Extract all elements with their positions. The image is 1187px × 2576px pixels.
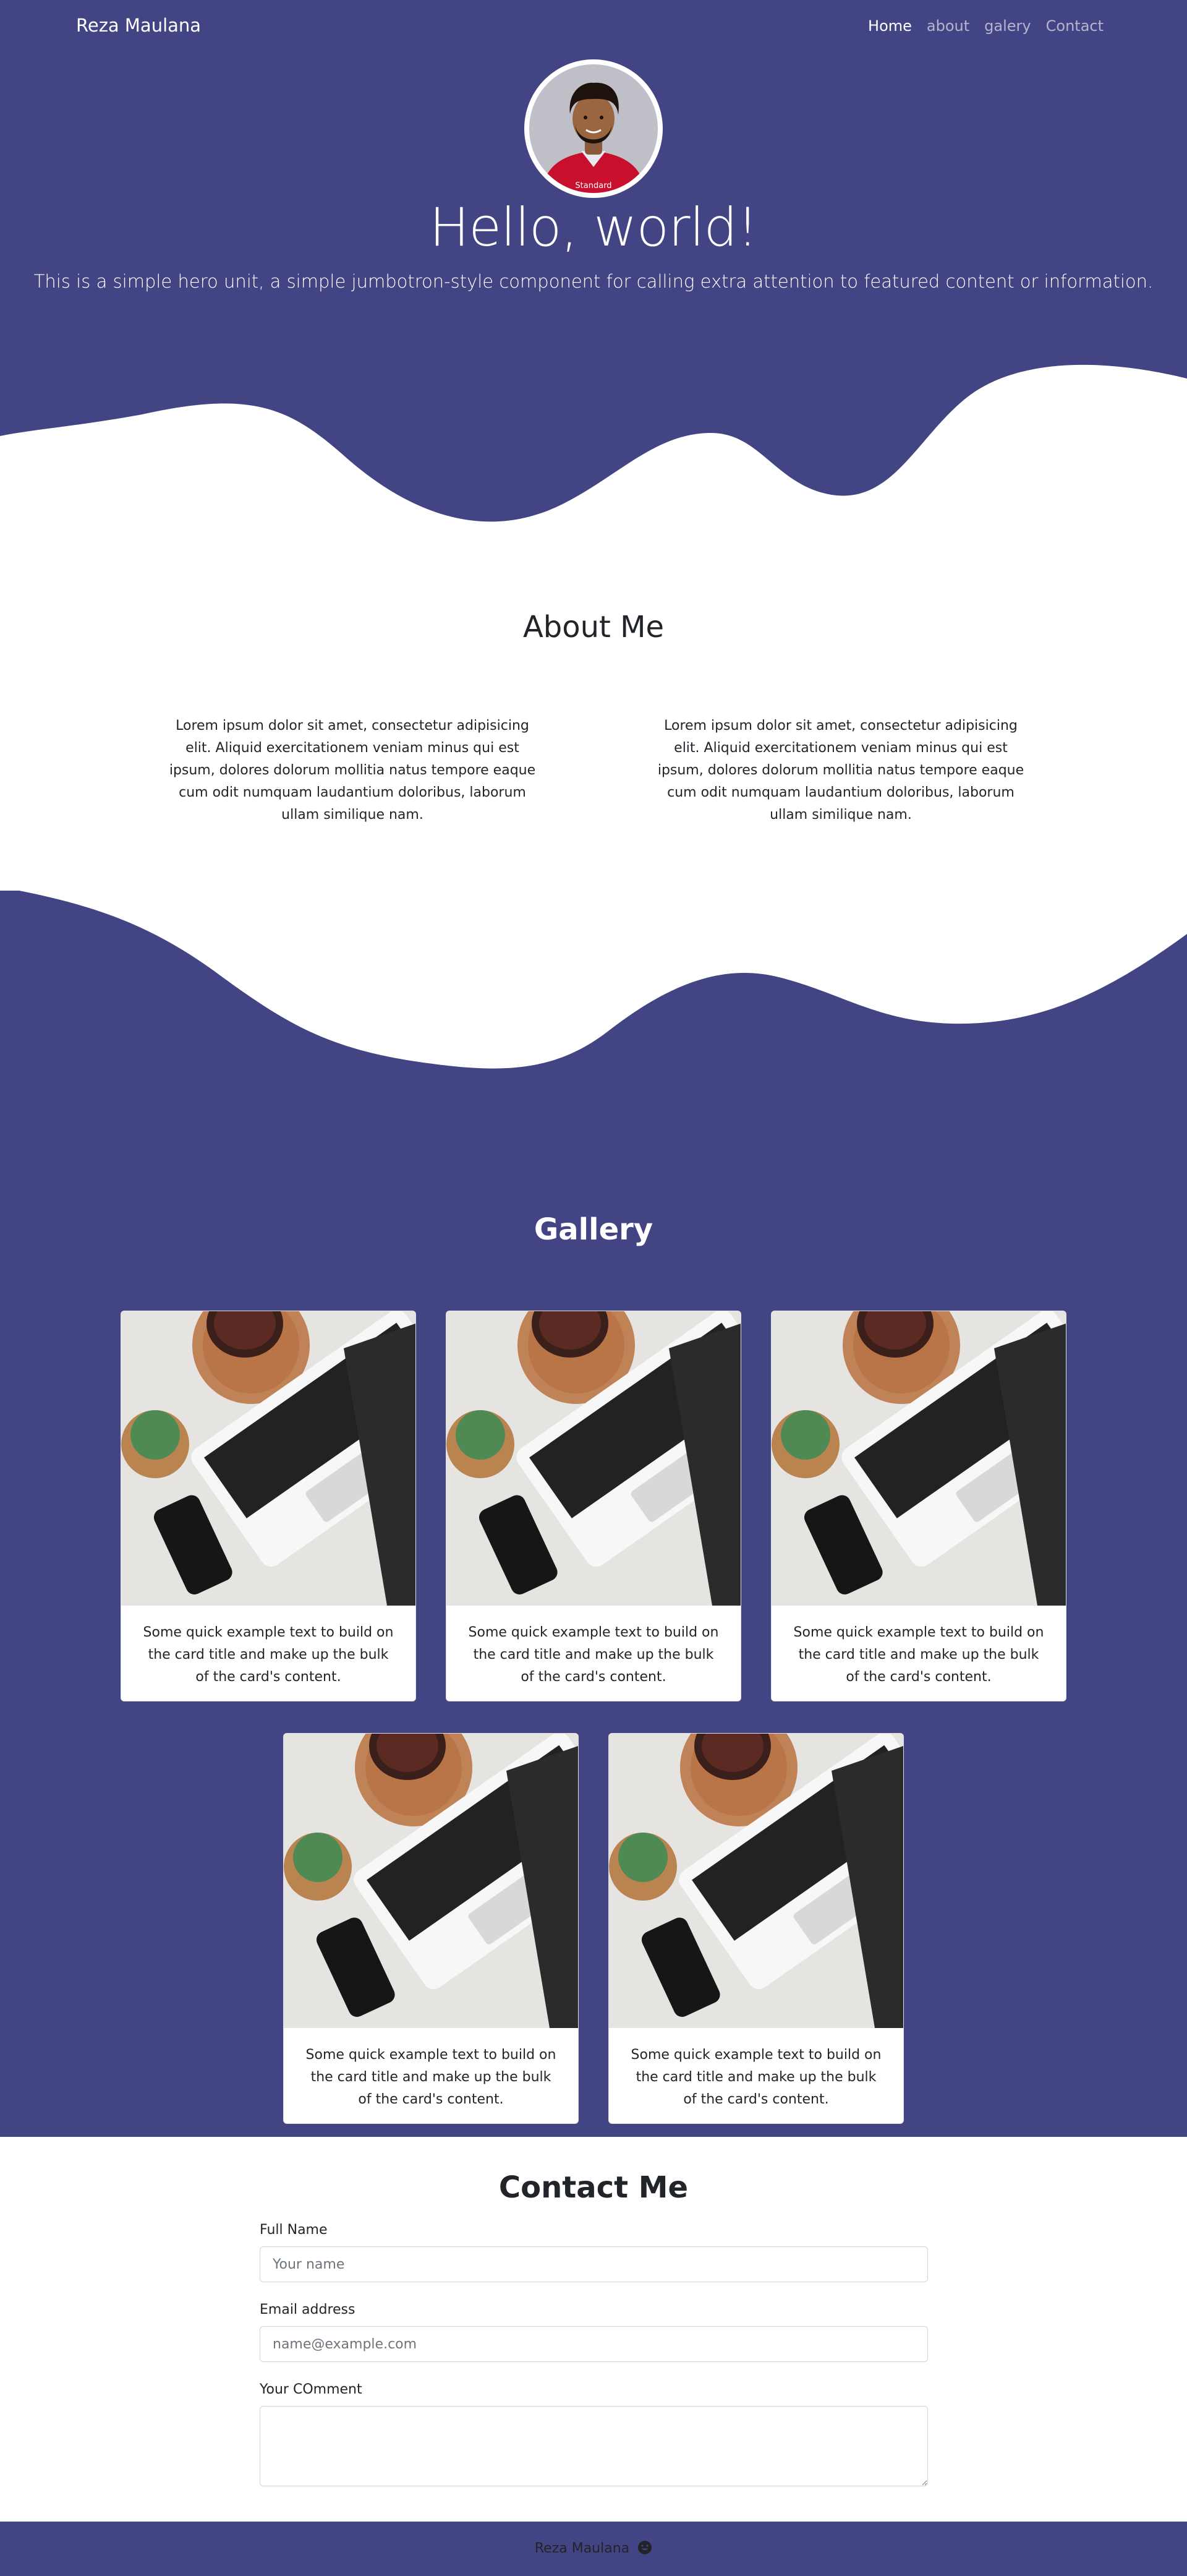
- hero-title: Hello, world!: [429, 197, 759, 259]
- card-image: [609, 1734, 903, 2028]
- card-text: Some quick example text to build on the …: [631, 2047, 882, 2107]
- card-image: [772, 1311, 1066, 1606]
- gallery-card[interactable]: Some quick example text to build on the …: [283, 1733, 579, 2124]
- email-input[interactable]: [260, 2326, 928, 2362]
- gallery-card[interactable]: Some quick example text to build on the …: [608, 1733, 904, 2124]
- comment-label: Your COmment: [260, 2382, 362, 2397]
- gallery-card[interactable]: Some quick example text to build on the …: [446, 1311, 741, 1701]
- nav-links: Home about galery Contact: [868, 17, 1104, 35]
- smile-icon: [638, 2541, 652, 2554]
- contact-title: Contact Me: [498, 2170, 689, 2205]
- hero-section: Standard Hello, world! This is a simple …: [0, 0, 1187, 550]
- gallery-title: Gallery: [534, 1212, 653, 1247]
- about-column-right: Lorem ipsum dolor sit amet, consectetur …: [657, 718, 1024, 823]
- card-image: [121, 1311, 415, 1606]
- full-name-label: Full Name: [260, 2222, 328, 2238]
- full-name-input[interactable]: [260, 2246, 928, 2282]
- gallery-section: Gallery Some quick example text to build…: [0, 1212, 1187, 2137]
- about-column-left: Lorem ipsum dolor sit amet, consectetur …: [169, 718, 536, 823]
- nav-link-home[interactable]: Home: [868, 17, 912, 35]
- footer-name: Reza Maulana: [534, 2541, 630, 2556]
- svg-text:Standard: Standard: [575, 181, 611, 190]
- avatar: Standard: [524, 59, 663, 198]
- navbar-brand[interactable]: Reza Maulana: [76, 15, 201, 36]
- about-title: About Me: [522, 610, 665, 644]
- profile-photo: Standard: [529, 64, 658, 193]
- footer: Reza Maulana: [0, 2522, 1187, 2576]
- email-label: Email address: [260, 2302, 355, 2317]
- card-text: Some quick example text to build on the …: [143, 1625, 394, 1685]
- navbar: Reza Maulana Home about galery Contact: [0, 0, 1187, 53]
- nav-link-gallery[interactable]: galery: [984, 17, 1031, 35]
- about-section: About Me Lorem ipsum dolor sit amet, con…: [0, 550, 1187, 1212]
- about-wave-background: [0, 891, 1187, 1212]
- footer-text: Reza Maulana: [0, 2540, 1187, 2556]
- hero-lead: This is a simple hero unit, a simple jum…: [33, 271, 1154, 292]
- card-text: Some quick example text to build on the …: [468, 1625, 719, 1685]
- card-text: Some quick example text to build on the …: [305, 2047, 556, 2107]
- card-text: Some quick example text to build on the …: [793, 1625, 1044, 1685]
- nav-link-contact[interactable]: Contact: [1046, 17, 1104, 35]
- nav-link-about[interactable]: about: [927, 17, 969, 35]
- card-image: [284, 1734, 578, 2028]
- gallery-card[interactable]: Some quick example text to build on the …: [771, 1311, 1066, 1701]
- contact-section: Contact Me Full Name Email address Your …: [0, 2137, 1187, 2522]
- card-image: [446, 1311, 741, 1606]
- gallery-card[interactable]: Some quick example text to build on the …: [121, 1311, 416, 1701]
- comment-textarea[interactable]: [260, 2406, 928, 2486]
